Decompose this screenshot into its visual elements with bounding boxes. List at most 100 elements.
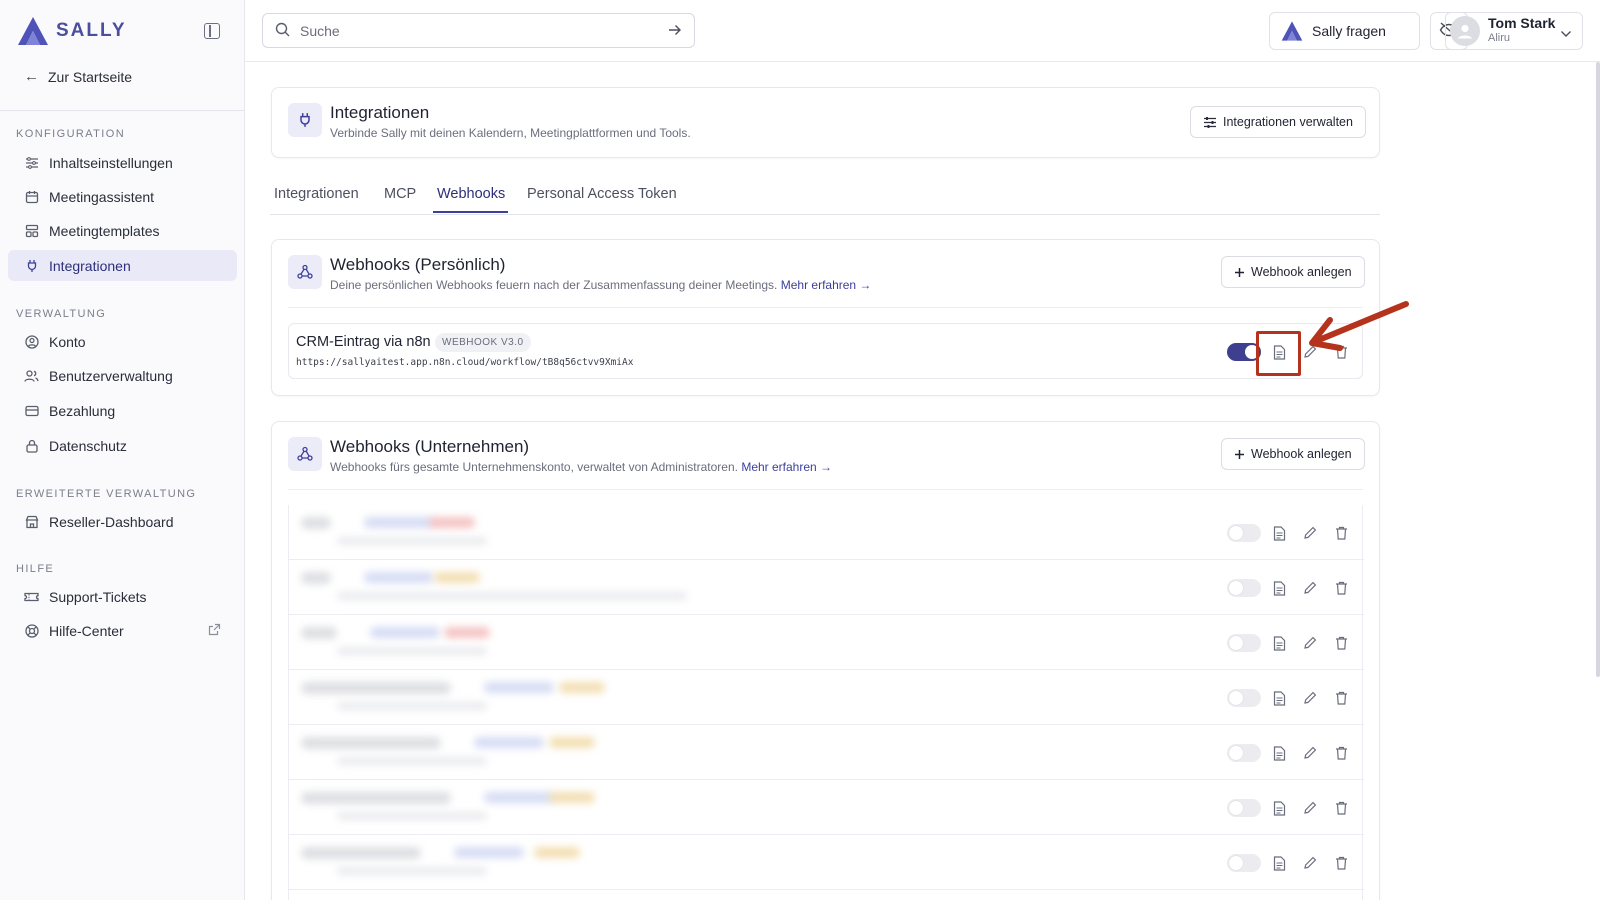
blurred-webhook-url bbox=[337, 757, 487, 765]
blurred-webhook-url bbox=[337, 702, 487, 710]
pencil-icon[interactable] bbox=[1302, 800, 1318, 816]
webhook-name: CRM-Eintrag via n8n bbox=[296, 334, 431, 350]
sidebar-item-konto[interactable]: Konto bbox=[8, 326, 237, 357]
blurred-webhook-url bbox=[337, 812, 487, 820]
tab-integrationen[interactable]: Integrationen bbox=[274, 186, 359, 202]
back-link-label: Zur Startseite bbox=[48, 68, 133, 85]
sidebar-item-label: Meetingtemplates bbox=[49, 222, 160, 239]
trash-icon[interactable] bbox=[1333, 690, 1349, 706]
store-icon bbox=[24, 514, 39, 529]
sidebar-item-label: Inhaltseinstellungen bbox=[49, 154, 173, 171]
annotation-highlight-box bbox=[1256, 331, 1301, 376]
pencil-icon[interactable] bbox=[1302, 525, 1318, 541]
webhook-enabled-toggle[interactable] bbox=[1227, 634, 1261, 652]
tab-personal-access-token[interactable]: Personal Access Token bbox=[527, 186, 677, 202]
chevron-down-icon bbox=[1560, 25, 1572, 41]
tab-bar: Integrationen MCP Webhooks Personal Acce… bbox=[270, 179, 1380, 215]
sidebar-item-label: Reseller-Dashboard bbox=[49, 513, 174, 530]
trash-icon[interactable] bbox=[1333, 635, 1349, 651]
webhook-enabled-toggle[interactable] bbox=[1227, 854, 1261, 872]
webhook-url: https://sallyaitest.app.n8n.cloud/workfl… bbox=[296, 357, 634, 368]
sliders-icon bbox=[1203, 116, 1217, 129]
blurred-webhook-meta bbox=[364, 572, 434, 583]
webhook-row: CRM-Eintrag via n8n WEBHOOK V3.0 https:/… bbox=[288, 323, 1363, 379]
tab-mcp[interactable]: MCP bbox=[384, 186, 416, 202]
trash-icon[interactable] bbox=[1333, 855, 1349, 871]
webhook-enabled-toggle[interactable] bbox=[1227, 524, 1261, 542]
learn-more-link[interactable]: Mehr erfahren → bbox=[741, 460, 832, 474]
blurred-webhook-badge bbox=[549, 737, 595, 748]
pencil-icon[interactable] bbox=[1302, 855, 1318, 871]
document-icon[interactable] bbox=[1271, 800, 1287, 816]
search-input[interactable]: Suche bbox=[262, 13, 695, 48]
sidebar-item-support-tickets[interactable]: Support-Tickets bbox=[8, 581, 237, 612]
collapse-sidebar-icon[interactable] bbox=[204, 23, 220, 39]
add-company-webhook-button[interactable]: Webhook anlegen bbox=[1221, 438, 1365, 470]
plus-icon bbox=[1234, 449, 1245, 460]
credit-card-icon bbox=[24, 403, 39, 418]
document-icon[interactable] bbox=[1271, 635, 1287, 651]
company-webhook-row bbox=[289, 505, 1364, 560]
arrow-left-icon: ← bbox=[24, 68, 39, 85]
user-menu-button[interactable]: Tom Stark Aliru bbox=[1445, 12, 1583, 50]
manage-integrations-button[interactable]: Integrationen verwalten bbox=[1190, 106, 1366, 138]
pencil-icon[interactable] bbox=[1302, 580, 1318, 596]
trash-icon[interactable] bbox=[1333, 800, 1349, 816]
learn-more-link[interactable]: Mehr erfahren → bbox=[781, 278, 872, 292]
blurred-webhook-url bbox=[337, 592, 687, 600]
blurred-webhook-meta bbox=[370, 627, 440, 638]
document-icon[interactable] bbox=[1271, 580, 1287, 596]
add-personal-webhook-button[interactable]: Webhook anlegen bbox=[1221, 256, 1365, 288]
back-to-home-link[interactable]: ← Zur Startseite bbox=[24, 68, 132, 85]
tab-webhooks[interactable]: Webhooks bbox=[437, 186, 505, 202]
trash-icon[interactable] bbox=[1333, 745, 1349, 761]
blurred-webhook-badge bbox=[429, 517, 475, 528]
page-scrollbar[interactable] bbox=[1596, 62, 1600, 677]
blurred-webhook-url bbox=[337, 537, 487, 545]
document-icon[interactable] bbox=[1271, 525, 1287, 541]
brand-logo[interactable]: SALLY bbox=[16, 15, 127, 47]
blurred-webhook-meta bbox=[454, 847, 524, 858]
ask-sally-button[interactable]: Sally fragen bbox=[1269, 12, 1420, 50]
sidebar-item-benutzerverwaltung[interactable]: Benutzerverwaltung bbox=[8, 360, 237, 391]
arrow-right-icon[interactable] bbox=[668, 23, 682, 39]
blurred-webhook-meta bbox=[364, 517, 434, 528]
trash-icon[interactable] bbox=[1333, 525, 1349, 541]
sidebar-item-label: Bezahlung bbox=[49, 402, 116, 419]
sidebar-item-bezahlung[interactable]: Bezahlung bbox=[8, 395, 237, 426]
sidebar-item-inhaltseinstellungen[interactable]: Inhaltseinstellungen bbox=[8, 147, 237, 178]
webhook-enabled-toggle[interactable] bbox=[1227, 744, 1261, 762]
plus-icon bbox=[1234, 267, 1245, 278]
sally-logo-icon bbox=[1281, 21, 1303, 41]
company-webhooks-title: Webhooks (Unternehmen) bbox=[330, 437, 530, 456]
blurred-webhook-meta bbox=[484, 792, 554, 803]
pencil-icon[interactable] bbox=[1302, 635, 1318, 651]
sidebar-item-hilfe-center[interactable]: Hilfe-Center bbox=[8, 615, 237, 646]
sidebar-item-reseller-dashboard[interactable]: Reseller-Dashboard bbox=[8, 506, 237, 537]
blurred-webhook-badge bbox=[549, 792, 595, 803]
webhook-enabled-toggle[interactable] bbox=[1227, 579, 1261, 597]
webhook-enabled-toggle[interactable] bbox=[1227, 799, 1261, 817]
user-name: Tom Stark bbox=[1488, 15, 1556, 31]
webhook-enabled-toggle[interactable] bbox=[1227, 689, 1261, 707]
pencil-icon[interactable] bbox=[1302, 690, 1318, 706]
company-webhook-list bbox=[288, 505, 1364, 900]
company-webhooks-subtitle-text: Webhooks fürs gesamte Unternehmenskonto,… bbox=[330, 460, 738, 474]
sidebar-item-meetingassistent[interactable]: Meetingassistent bbox=[8, 181, 237, 212]
user-circle-icon bbox=[24, 334, 39, 349]
blurred-webhook-name bbox=[301, 682, 451, 694]
pencil-icon[interactable] bbox=[1302, 745, 1318, 761]
document-icon[interactable] bbox=[1271, 690, 1287, 706]
sidebar-item-integrationen[interactable]: Integrationen bbox=[8, 250, 237, 281]
document-icon[interactable] bbox=[1271, 855, 1287, 871]
topbar: Suche Sally fragen Tom Stark Aliru bbox=[245, 0, 1600, 62]
users-icon bbox=[24, 368, 39, 383]
ask-sally-label: Sally fragen bbox=[1312, 23, 1386, 39]
blurred-webhook-url bbox=[337, 647, 487, 655]
company-webhook-row bbox=[289, 670, 1364, 725]
document-icon[interactable] bbox=[1271, 745, 1287, 761]
trash-icon[interactable] bbox=[1333, 580, 1349, 596]
sidebar-item-datenschutz[interactable]: Datenschutz bbox=[8, 430, 237, 461]
sidebar-item-meetingtemplates[interactable]: Meetingtemplates bbox=[8, 215, 237, 246]
sidebar: SALLY ← Zur Startseite KONFIGURATION Inh… bbox=[0, 0, 245, 900]
